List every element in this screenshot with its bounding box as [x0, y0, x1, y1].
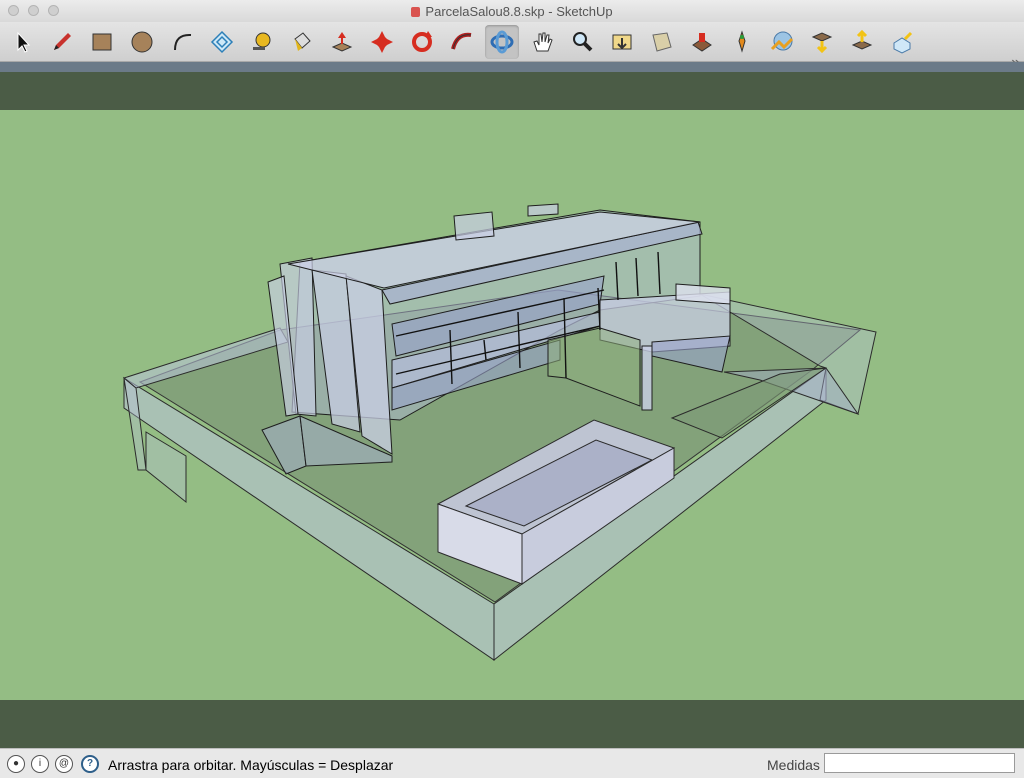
model-viewport[interactable] — [0, 62, 1024, 748]
follow-me-icon[interactable] — [445, 25, 479, 59]
share-component-icon[interactable] — [885, 25, 919, 59]
pencil-icon[interactable] — [45, 25, 79, 59]
pan-hand-icon[interactable] — [525, 25, 559, 59]
move-icon[interactable] — [365, 25, 399, 59]
toolbar: » — [0, 22, 1024, 71]
status-text: Arrastra para orbitar. Mayúsculas = Desp… — [108, 757, 394, 773]
lower-band — [0, 700, 1024, 748]
share-model-icon[interactable] — [845, 25, 879, 59]
circle-icon[interactable] — [125, 25, 159, 59]
sky-band — [0, 72, 1024, 110]
title-bar: ParcelaSalou8.8.skp - SketchUp — [0, 0, 1024, 22]
push-pull-icon[interactable] — [325, 25, 359, 59]
window-title: ParcelaSalou8.8.skp - SketchUp — [425, 4, 613, 19]
get-models-icon[interactable] — [805, 25, 839, 59]
instructor-help-icon[interactable]: ? — [81, 755, 99, 773]
offset-icon[interactable] — [205, 25, 239, 59]
credits-icon[interactable]: i — [31, 755, 49, 773]
document-icon — [411, 7, 421, 17]
zoom-icon[interactable] — [565, 25, 599, 59]
select-arrow-icon[interactable] — [5, 25, 39, 59]
components-icon[interactable] — [685, 25, 719, 59]
section-plane-icon[interactable] — [645, 25, 679, 59]
zoom-extents-icon[interactable] — [605, 25, 639, 59]
measurements-input[interactable] — [824, 753, 1015, 773]
arc-icon[interactable] — [165, 25, 199, 59]
measurements-label: Medidas — [767, 757, 820, 773]
rotate-icon[interactable] — [405, 25, 439, 59]
toolbar-shadow — [0, 62, 1024, 72]
window-title-wrap: ParcelaSalou8.8.skp - SketchUp — [0, 4, 1024, 19]
tape-measure-icon[interactable] — [245, 25, 279, 59]
geolocation-icon[interactable]: ● — [7, 755, 25, 773]
orbit-icon[interactable] — [485, 25, 519, 59]
rectangle-icon[interactable] — [85, 25, 119, 59]
user-account-icon[interactable]: @ — [55, 755, 73, 773]
add-location-icon[interactable] — [725, 25, 759, 59]
terrain-icon[interactable] — [765, 25, 799, 59]
model-canvas[interactable] — [0, 62, 1024, 748]
paint-bucket-icon[interactable] — [285, 25, 319, 59]
status-bar: ● i @ ? Arrastra para orbitar. Mayúscula… — [0, 748, 1024, 778]
